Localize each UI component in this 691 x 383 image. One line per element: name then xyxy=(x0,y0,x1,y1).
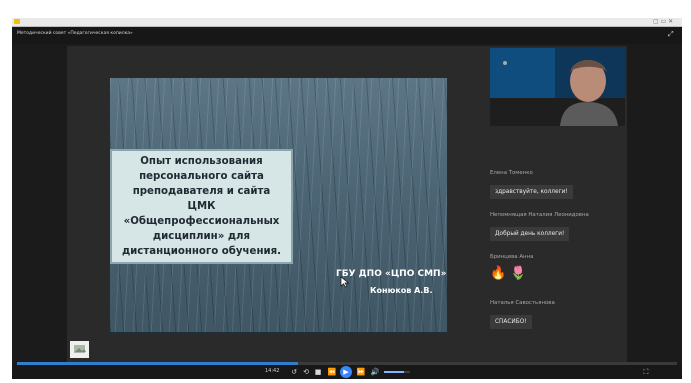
thumbnail-image xyxy=(70,341,89,358)
fullscreen-icon[interactable]: ⛶ xyxy=(641,367,651,377)
chat-bubble: здравствуйте, коллеги! xyxy=(490,185,573,199)
chat-panel: Елена Томенко здравствуйте, коллеги! Неп… xyxy=(490,170,625,350)
chat-bubble: СПАСИБО! xyxy=(490,315,532,329)
stop-icon[interactable]: ■ xyxy=(313,367,323,377)
volume-slider-fill xyxy=(384,371,404,373)
volume-slider[interactable] xyxy=(384,371,410,373)
slide-organization: ГБУ ДПО «ЦПО СМП» xyxy=(336,269,447,279)
play-icon[interactable]: ▶ xyxy=(340,366,352,378)
current-time: 14:42 xyxy=(265,368,280,374)
fast-forward-icon[interactable]: ⏩ xyxy=(356,367,366,377)
meeting-title: Методический совет «Педагогическая копил… xyxy=(17,31,133,36)
presentation-slide: Опыт использования персонального сайта п… xyxy=(109,77,448,333)
chat-emoji: 🔥 🌷 xyxy=(490,266,527,281)
chat-message: Непомнящая Наталия Леонидовна Добрый ден… xyxy=(490,212,589,241)
conference-header: Методический совет «Педагогическая копил… xyxy=(12,27,682,44)
skip-back-icon[interactable]: ↺ xyxy=(289,367,299,377)
presenter-video[interactable] xyxy=(490,48,625,126)
chat-author: Наталья Савостьянова xyxy=(490,300,555,306)
chat-message: Бринцева Анна 🔥 🌷 xyxy=(490,254,533,281)
window-controls[interactable]: ▢ ▭ ✕ xyxy=(653,18,673,26)
chat-message: Наталья Савостьянова СПАСИБО! xyxy=(490,300,555,329)
fast-rewind-icon[interactable]: ⏪ xyxy=(327,367,337,377)
chat-author: Бринцева Анна xyxy=(490,254,534,260)
cursor-arrow-icon xyxy=(340,276,350,288)
slide-author: Конюков А.В. xyxy=(370,286,433,295)
volume-icon[interactable]: 🔊 xyxy=(370,367,380,377)
webcam-person-image xyxy=(490,48,625,126)
chat-author: Непомнящая Наталия Леонидовна xyxy=(490,212,589,218)
window-topbar: ▢ ▭ ✕ xyxy=(12,18,682,27)
rewind-icon[interactable]: ⟲ xyxy=(301,367,311,377)
chat-message: Елена Томенко здравствуйте, коллеги! xyxy=(490,170,573,199)
slide-thumbnail[interactable] xyxy=(70,341,89,358)
chat-author: Елена Томенко xyxy=(490,170,533,176)
expand-icon[interactable]: ⤢ xyxy=(668,30,676,38)
window-icon xyxy=(14,19,20,24)
chat-bubble: Добрый день коллеги! xyxy=(490,227,570,241)
slide-title-text: Опыт использования персонального сайта п… xyxy=(121,156,282,257)
slide-title-box: Опыт использования персонального сайта п… xyxy=(110,149,293,264)
